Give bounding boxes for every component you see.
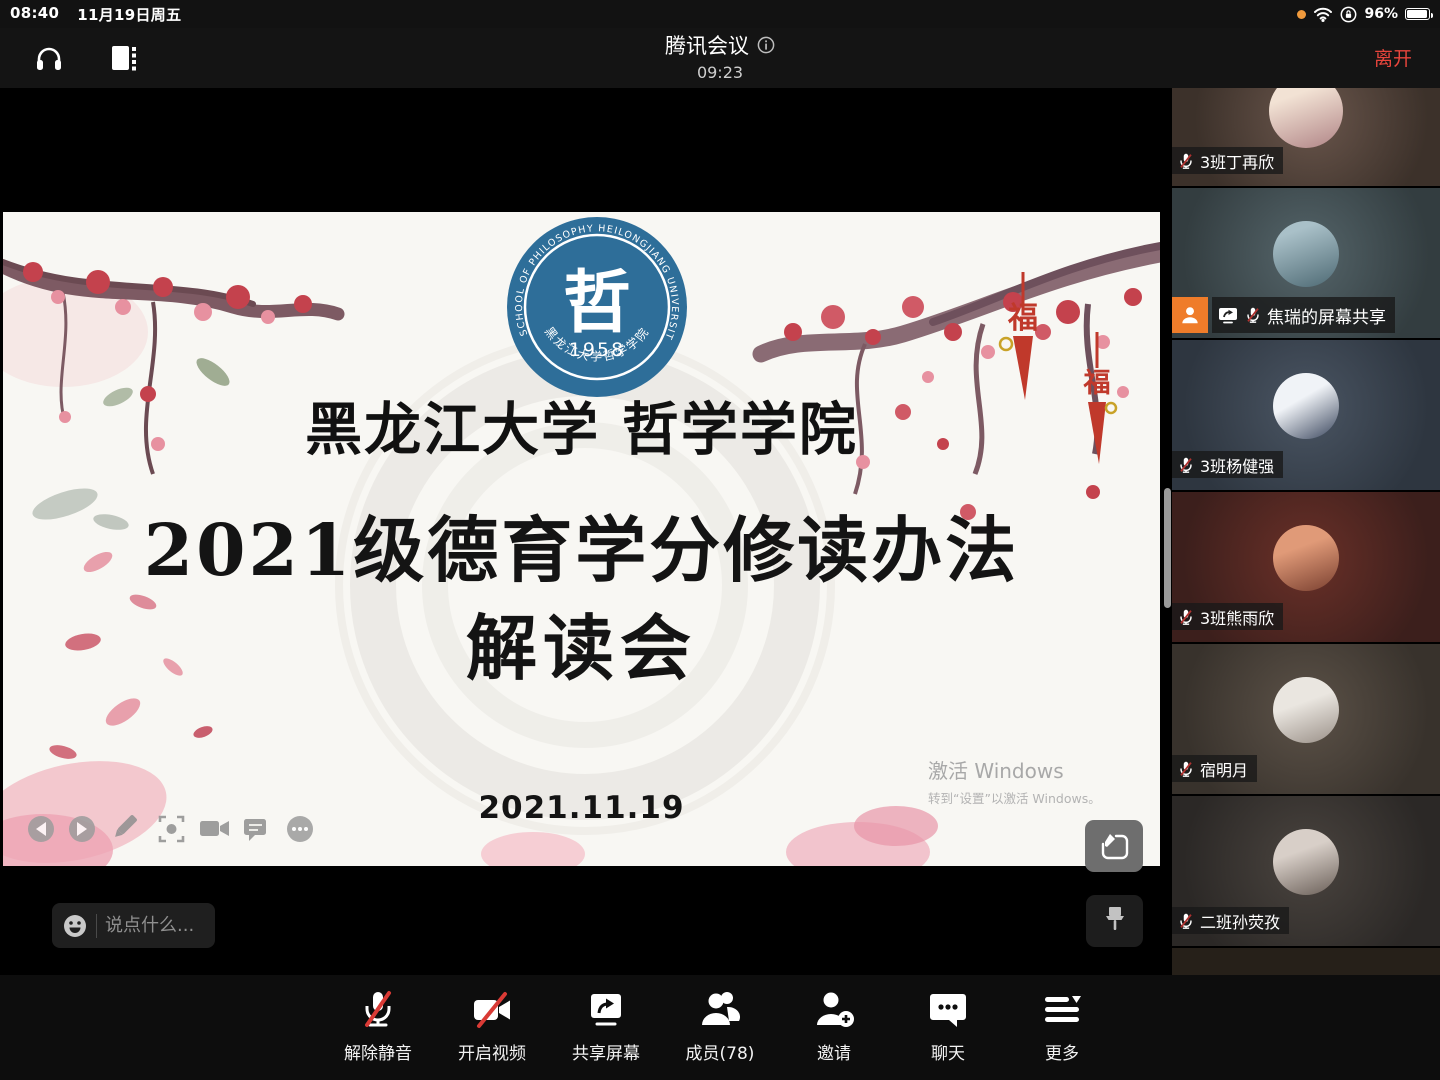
screen-share-icon bbox=[1217, 306, 1239, 324]
info-icon[interactable] bbox=[757, 36, 775, 54]
presentation-slide: 福 福 SCHOOL OF PHILOSOPHY HEILONGJIANG UN… bbox=[3, 212, 1160, 866]
pin-icon bbox=[1102, 905, 1128, 937]
comment-icon[interactable] bbox=[244, 819, 266, 841]
clock-time: 08:40 bbox=[10, 4, 59, 25]
camera-off-icon bbox=[469, 987, 515, 1033]
members-button[interactable]: 成员(78) bbox=[676, 987, 764, 1064]
tool-label: 开启视频 bbox=[458, 1039, 526, 1064]
participant-name: 宿明月 bbox=[1200, 757, 1248, 781]
chat-message-pill[interactable] bbox=[52, 903, 215, 948]
chat-button[interactable]: 聊天 bbox=[904, 987, 992, 1064]
muted-mic-icon bbox=[1177, 456, 1195, 474]
tool-label: 聊天 bbox=[931, 1039, 965, 1064]
active-speaker-badge bbox=[1172, 297, 1208, 333]
muted-mic-icon bbox=[1244, 306, 1262, 324]
next-slide-button[interactable] bbox=[69, 816, 95, 842]
members-icon bbox=[697, 987, 743, 1033]
share-screen-button[interactable]: 共享屏幕 bbox=[562, 987, 650, 1064]
status-bar: 08:40 11月19日周五 96% bbox=[0, 0, 1440, 28]
avatar bbox=[1273, 373, 1339, 439]
participant-tile[interactable]: 3班熊雨欣 bbox=[1172, 492, 1440, 642]
leave-meeting-button[interactable]: 离开 bbox=[1374, 44, 1412, 71]
chat-input[interactable] bbox=[105, 915, 205, 936]
more-button[interactable]: 更多 bbox=[1018, 987, 1106, 1064]
participant-name: 3班熊雨欣 bbox=[1200, 605, 1274, 629]
avatar bbox=[1273, 829, 1339, 895]
chat-bubble-icon bbox=[925, 987, 971, 1033]
muted-mic-icon bbox=[1177, 152, 1195, 170]
microphone-muted-icon bbox=[355, 987, 401, 1033]
battery-percent: 96% bbox=[1364, 6, 1398, 22]
pin-view-button[interactable] bbox=[1086, 895, 1143, 947]
previous-slide-button[interactable] bbox=[28, 816, 54, 842]
orientation-lock-icon bbox=[1340, 6, 1357, 23]
participant-name: 3班丁再欣 bbox=[1200, 149, 1274, 173]
muted-mic-icon bbox=[1177, 912, 1195, 930]
battery-icon bbox=[1405, 8, 1430, 20]
person-icon bbox=[1179, 304, 1201, 326]
participant-tile[interactable]: 3班丁再欣 bbox=[1172, 88, 1440, 186]
pencil-annotate-icon[interactable] bbox=[112, 814, 137, 839]
more-controls-icon[interactable] bbox=[287, 816, 313, 842]
screenshot-capture-icon[interactable] bbox=[160, 817, 183, 841]
slide-school-name: 黑龙江大学 哲学学院 bbox=[3, 384, 1160, 466]
participant-tile[interactable]: 二班孙荧孜 bbox=[1172, 796, 1440, 946]
svg-text:福: 福 bbox=[1007, 301, 1038, 336]
clock-date: 11月19日周五 bbox=[77, 4, 181, 25]
shared-screen-area: 福 福 SCHOOL OF PHILOSOPHY HEILONGJIANG UN… bbox=[0, 88, 1172, 975]
tool-label: 成员(78) bbox=[686, 1039, 755, 1064]
unmute-button[interactable]: 解除静音 bbox=[334, 987, 422, 1064]
tool-label: 更多 bbox=[1045, 1039, 1079, 1064]
avatar bbox=[1273, 221, 1339, 287]
avatar bbox=[1269, 88, 1343, 148]
start-video-button[interactable]: 开启视频 bbox=[448, 987, 536, 1064]
wifi-icon bbox=[1313, 6, 1333, 22]
participant-name: 焦瑞的屏幕共享 bbox=[1267, 303, 1386, 328]
slide-control-strip bbox=[23, 809, 323, 849]
slide-title-line1: 2021级德育学分修读办法 bbox=[3, 494, 1160, 596]
invite-button[interactable]: 邀请 bbox=[790, 987, 878, 1064]
participant-sidebar: 3班丁再欣 bbox=[1172, 88, 1440, 975]
participant-name: 3班杨健强 bbox=[1200, 453, 1274, 477]
annotation-pen-icon bbox=[1098, 831, 1130, 861]
avatar bbox=[1273, 525, 1339, 591]
share-screen-icon bbox=[583, 987, 629, 1033]
avatar bbox=[1273, 677, 1339, 743]
bottom-toolbar: 解除静音 开启视频 共享屏幕 bbox=[0, 975, 1440, 1080]
windows-activation-watermark: 激活 Windows 转到“设置”以激活 Windows。 bbox=[928, 755, 1101, 807]
chat-divider bbox=[96, 914, 97, 938]
participant-tile-sharing[interactable]: 焦瑞的屏幕共享 bbox=[1172, 188, 1440, 338]
logo-glyph: 哲 bbox=[563, 263, 631, 343]
app-screen: 08:40 11月19日周五 96% bbox=[0, 0, 1440, 1080]
muted-mic-icon bbox=[1177, 760, 1195, 778]
participant-tile-partial[interactable] bbox=[1172, 948, 1440, 975]
participant-name: 二班孙荧孜 bbox=[1200, 909, 1280, 933]
emoji-icon[interactable] bbox=[62, 913, 88, 939]
tool-label: 共享屏幕 bbox=[572, 1039, 640, 1064]
annotation-pen-button[interactable] bbox=[1085, 820, 1143, 872]
slide-title-line2: 解读会 bbox=[3, 592, 1160, 694]
camera-record-icon[interactable] bbox=[200, 821, 229, 836]
participant-tile[interactable]: 宿明月 bbox=[1172, 644, 1440, 794]
school-logo: SCHOOL OF PHILOSOPHY HEILONGJIANG UNIVER… bbox=[504, 214, 690, 400]
scrollbar[interactable] bbox=[1164, 488, 1171, 608]
invite-icon bbox=[811, 987, 857, 1033]
tool-label: 解除静音 bbox=[344, 1039, 412, 1064]
tool-label: 邀请 bbox=[817, 1039, 851, 1064]
muted-mic-icon bbox=[1177, 608, 1195, 626]
more-menu-icon bbox=[1039, 987, 1085, 1033]
mic-in-use-indicator-icon bbox=[1297, 10, 1306, 19]
meeting-title: 腾讯会议 bbox=[665, 30, 749, 60]
meeting-timer: 09:23 bbox=[0, 63, 1440, 82]
participant-tile[interactable]: 3班杨健强 bbox=[1172, 340, 1440, 490]
meeting-header: 腾讯会议 09:23 离开 bbox=[0, 28, 1440, 88]
